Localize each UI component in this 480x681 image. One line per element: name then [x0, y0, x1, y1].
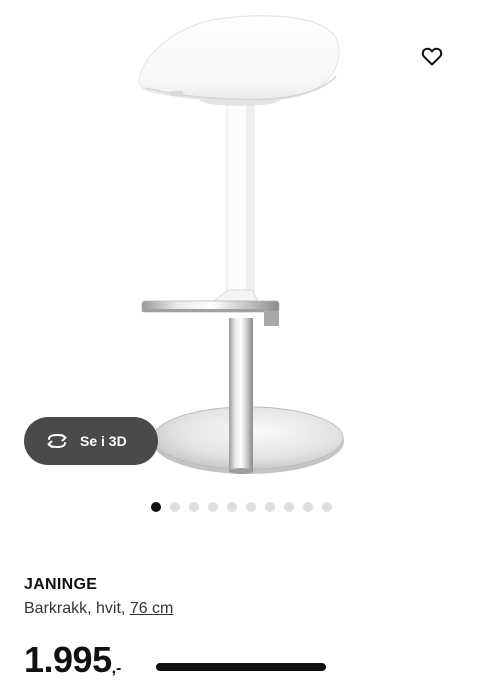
heart-outline-icon [421, 47, 443, 66]
product-type-text: Barkrakk, hvit, [24, 600, 126, 617]
price-suffix: ,- [111, 660, 122, 677]
pagination-dot[interactable] [245, 502, 256, 512]
pagination-dot[interactable] [321, 502, 332, 512]
pagination-dot[interactable] [169, 502, 180, 512]
product-price: 1.995 ,- [24, 640, 121, 680]
product-size-link[interactable]: 76 cm [130, 600, 174, 617]
price-amount: 1.995 [24, 639, 112, 680]
pagination-dot[interactable] [264, 502, 275, 512]
product-description: Barkrakk, hvit, 76 cm [24, 600, 173, 618]
image-pagination-dots [0, 502, 480, 512]
view-in-3d-button[interactable]: Se i 3D [24, 417, 158, 465]
favorite-button[interactable] [412, 36, 452, 76]
product-image-gallery[interactable]: Se i 3D [0, 0, 480, 490]
price-underline-bar [156, 663, 326, 671]
product-name: JANINGE [24, 576, 98, 593]
pagination-dot[interactable] [207, 502, 218, 512]
pagination-dot[interactable] [283, 502, 294, 512]
view-in-3d-label: Se i 3D [80, 433, 127, 449]
pagination-dot[interactable] [302, 502, 313, 512]
pagination-dot[interactable] [226, 502, 237, 512]
pagination-dot[interactable] [188, 502, 199, 512]
rotate-3d-icon [44, 432, 70, 450]
pagination-dot[interactable] [150, 502, 161, 512]
